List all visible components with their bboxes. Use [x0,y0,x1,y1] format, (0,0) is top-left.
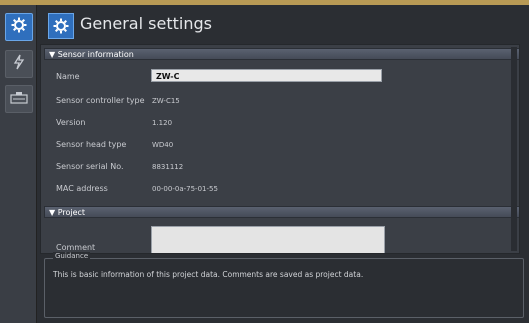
controller-icon [10,90,28,109]
scrollbar[interactable] [511,47,517,251]
settings-panel: ▼ Sensor information Name ZW-C Sensor co… [40,44,520,254]
controller-type-label: Sensor controller type [56,96,145,105]
page-title: General settings [80,14,212,33]
gear-icon [11,17,27,37]
lightning-tab[interactable] [5,50,33,78]
controller-tab[interactable] [5,85,33,113]
section-sensor-information[interactable]: ▼ Sensor information [44,48,519,60]
lightning-icon [12,54,26,74]
mac-label: MAC address [56,184,108,193]
name-label: Name [56,72,80,81]
version-label: Version [56,118,86,127]
header-gear-icon [48,13,74,39]
head-type-value: WD40 [152,141,174,149]
controller-type-value: ZW-C15 [152,97,180,105]
serial-label: Sensor serial No. [56,162,124,171]
comment-textarea[interactable] [151,226,385,253]
top-accent-line [0,0,529,5]
guidance-title: Guidance [53,252,91,260]
mac-value: 00-00-0a-75-01-55 [152,185,218,193]
name-input[interactable]: ZW-C [151,69,382,82]
head-type-label: Sensor head type [56,140,127,149]
guidance-text: This is basic information of this projec… [53,270,364,279]
left-toolbar [0,5,37,323]
section-project[interactable]: ▼ Project [44,206,519,218]
serial-value: 8831112 [152,163,184,171]
version-value: 1.120 [152,119,173,127]
comment-label: Comment [56,243,96,252]
general-settings-tab[interactable] [5,13,33,41]
guidance-box: Guidance This is basic information of th… [44,252,524,318]
